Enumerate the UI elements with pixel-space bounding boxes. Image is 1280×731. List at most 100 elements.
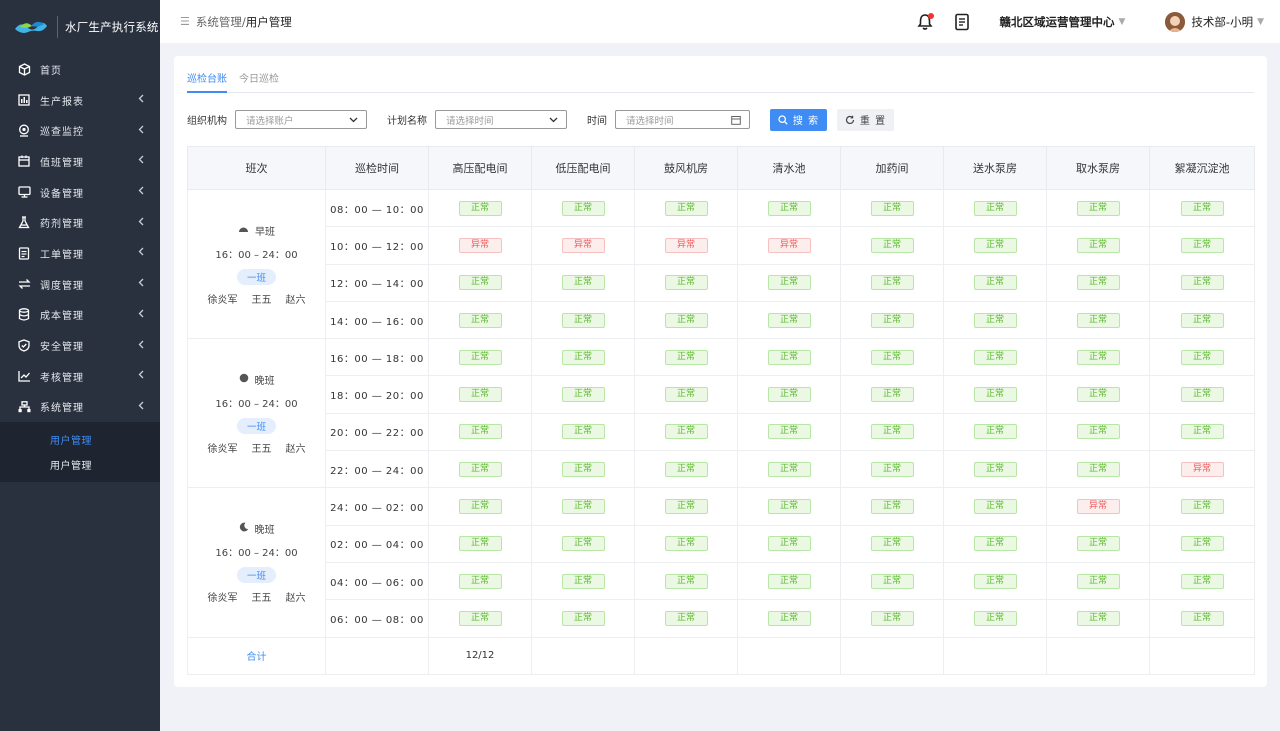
reset-button[interactable]: 重 置: [837, 108, 894, 131]
status-badge-normal[interactable]: 正常: [870, 312, 914, 328]
sidebar-item-5[interactable]: 药剂管理: [0, 207, 160, 238]
column-header[interactable]: 取水泵房: [1046, 146, 1150, 190]
status-badge-normal[interactable]: 正常: [870, 424, 914, 440]
status-badge-normal[interactable]: 正常: [1180, 499, 1224, 515]
status-badge-normal[interactable]: 正常: [870, 499, 914, 515]
status-badge-normal[interactable]: 正常: [870, 461, 914, 477]
status-badge-normal[interactable]: 正常: [870, 536, 914, 552]
status-badge-normal[interactable]: 正常: [561, 573, 605, 589]
status-badge-normal[interactable]: 正常: [458, 536, 502, 552]
sidebar-item-4[interactable]: 设备管理: [0, 177, 160, 208]
submenu-item-user-management[interactable]: 用户管理: [0, 452, 160, 477]
status-badge-normal[interactable]: 正常: [1076, 536, 1120, 552]
status-badge-normal[interactable]: 正常: [1076, 312, 1120, 328]
status-badge-normal[interactable]: 正常: [767, 275, 811, 291]
status-badge-normal[interactable]: 正常: [664, 349, 708, 365]
status-badge-normal[interactable]: 正常: [561, 424, 605, 440]
breadcrumb-parent[interactable]: 系统管理: [196, 14, 242, 30]
status-badge-normal[interactable]: 正常: [458, 387, 502, 403]
status-badge-normal[interactable]: 正常: [1076, 610, 1120, 626]
sidebar-item-11[interactable]: 系统管理: [0, 392, 160, 423]
column-header[interactable]: 加药间: [840, 146, 944, 190]
column-header[interactable]: 班次: [187, 146, 326, 190]
status-badge-abnormal[interactable]: 异常: [1180, 461, 1224, 477]
status-badge-normal[interactable]: 正常: [767, 200, 811, 216]
status-badge-normal[interactable]: 正常: [767, 461, 811, 477]
status-badge-normal[interactable]: 正常: [870, 349, 914, 365]
status-badge-normal[interactable]: 正常: [1180, 237, 1224, 253]
status-badge-normal[interactable]: 正常: [767, 387, 811, 403]
column-header[interactable]: 低压配电间: [531, 146, 635, 190]
status-badge-normal[interactable]: 正常: [973, 312, 1017, 328]
status-badge-normal[interactable]: 正常: [870, 237, 914, 253]
submenu-item-user-management[interactable]: 用户管理: [0, 427, 160, 452]
status-badge-normal[interactable]: 正常: [1180, 200, 1224, 216]
status-badge-normal[interactable]: 正常: [561, 536, 605, 552]
status-badge-normal[interactable]: 正常: [664, 573, 708, 589]
status-badge-normal[interactable]: 正常: [561, 499, 605, 515]
column-header[interactable]: 絮凝沉淀池: [1149, 146, 1255, 190]
status-badge-normal[interactable]: 正常: [664, 200, 708, 216]
status-badge-normal[interactable]: 正常: [1076, 349, 1120, 365]
sidebar-item-8[interactable]: 成本管理: [0, 300, 160, 331]
status-badge-normal[interactable]: 正常: [1180, 275, 1224, 291]
status-badge-normal[interactable]: 正常: [973, 237, 1017, 253]
time-filter-datepicker[interactable]: 请选择时间: [615, 110, 750, 129]
status-badge-normal[interactable]: 正常: [664, 461, 708, 477]
status-badge-normal[interactable]: 正常: [1076, 200, 1120, 216]
status-badge-abnormal[interactable]: 异常: [1076, 499, 1120, 515]
sidebar-item-6[interactable]: 工单管理: [0, 238, 160, 269]
status-badge-normal[interactable]: 正常: [1076, 461, 1120, 477]
status-badge-normal[interactable]: 正常: [458, 461, 502, 477]
sidebar-item-2[interactable]: 巡查监控: [0, 115, 160, 146]
status-badge-normal[interactable]: 正常: [870, 275, 914, 291]
menu-toggle-icon[interactable]: ☰: [180, 15, 190, 28]
status-badge-normal[interactable]: 正常: [767, 573, 811, 589]
status-badge-normal[interactable]: 正常: [870, 573, 914, 589]
sidebar-item-7[interactable]: 调度管理: [0, 269, 160, 300]
column-header[interactable]: 鼓风机房: [634, 146, 738, 190]
status-badge-normal[interactable]: 正常: [973, 573, 1017, 589]
user-menu[interactable]: 技术部-小明 ▼: [1165, 11, 1264, 32]
status-badge-normal[interactable]: 正常: [1076, 424, 1120, 440]
status-badge-normal[interactable]: 正常: [767, 610, 811, 626]
status-badge-normal[interactable]: 正常: [664, 387, 708, 403]
status-badge-normal[interactable]: 正常: [458, 275, 502, 291]
app-logo[interactable]: 水厂生产执行系统: [0, 0, 160, 54]
status-badge-normal[interactable]: 正常: [1180, 610, 1224, 626]
status-badge-normal[interactable]: 正常: [664, 275, 708, 291]
status-badge-normal[interactable]: 正常: [1180, 573, 1224, 589]
column-header[interactable]: 送水泵房: [943, 146, 1047, 190]
search-button[interactable]: 搜 索: [770, 108, 827, 131]
status-badge-normal[interactable]: 正常: [561, 387, 605, 403]
status-badge-normal[interactable]: 正常: [973, 200, 1017, 216]
status-badge-normal[interactable]: 正常: [458, 312, 502, 328]
tab-inspection-ledger[interactable]: 巡检台账: [187, 70, 227, 93]
status-badge-normal[interactable]: 正常: [767, 499, 811, 515]
status-badge-normal[interactable]: 正常: [1076, 237, 1120, 253]
status-badge-normal[interactable]: 正常: [1180, 387, 1224, 403]
status-badge-normal[interactable]: 正常: [767, 349, 811, 365]
status-badge-normal[interactable]: 正常: [664, 536, 708, 552]
status-badge-normal[interactable]: 正常: [1180, 312, 1224, 328]
org-selector[interactable]: 赣北区域运营管理中心 ▼: [1000, 14, 1126, 30]
status-badge-normal[interactable]: 正常: [973, 349, 1017, 365]
status-badge-normal[interactable]: 正常: [458, 610, 502, 626]
status-badge-normal[interactable]: 正常: [767, 312, 811, 328]
status-badge-normal[interactable]: 正常: [870, 200, 914, 216]
status-badge-normal[interactable]: 正常: [1076, 573, 1120, 589]
status-badge-abnormal[interactable]: 异常: [561, 237, 605, 253]
column-header[interactable]: 高压配电间: [428, 146, 532, 190]
column-header[interactable]: 清水池: [737, 146, 841, 190]
status-badge-normal[interactable]: 正常: [767, 424, 811, 440]
sidebar-item-0[interactable]: 首页: [0, 54, 160, 85]
status-badge-normal[interactable]: 正常: [973, 424, 1017, 440]
status-badge-normal[interactable]: 正常: [1180, 536, 1224, 552]
status-badge-normal[interactable]: 正常: [870, 610, 914, 626]
status-badge-normal[interactable]: 正常: [561, 200, 605, 216]
plan-filter-select[interactable]: 请选择时间: [435, 110, 567, 129]
status-badge-normal[interactable]: 正常: [561, 312, 605, 328]
status-badge-normal[interactable]: 正常: [1076, 275, 1120, 291]
status-badge-normal[interactable]: 正常: [973, 499, 1017, 515]
status-badge-abnormal[interactable]: 异常: [458, 237, 502, 253]
